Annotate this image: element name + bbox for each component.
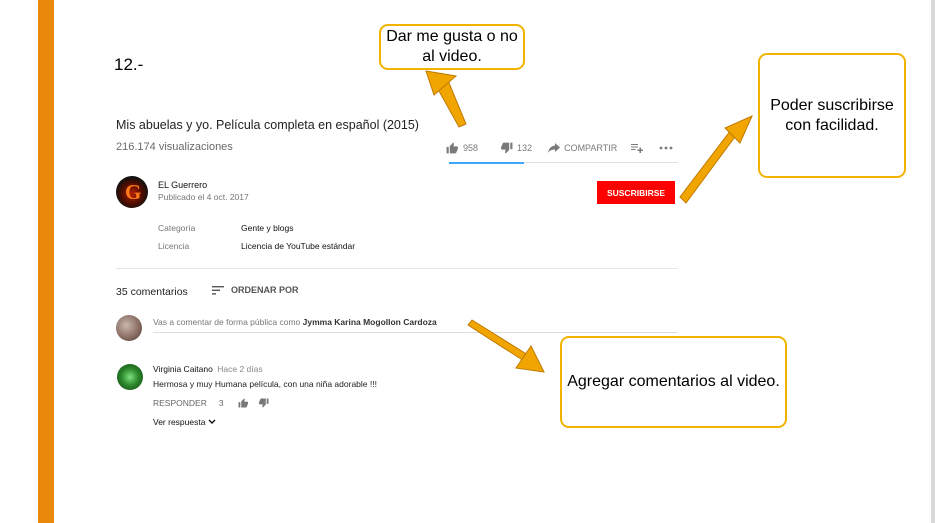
callout-comment: Agregar comentarios al video. (560, 336, 787, 428)
callout-like: Dar me gusta o no al video. (379, 24, 525, 70)
callout-subscribe: Poder suscribirse con facilidad. (758, 53, 906, 178)
arrow-to-subscribe (679, 115, 753, 204)
arrow-to-like (425, 70, 467, 128)
arrow-to-comment (467, 319, 545, 373)
